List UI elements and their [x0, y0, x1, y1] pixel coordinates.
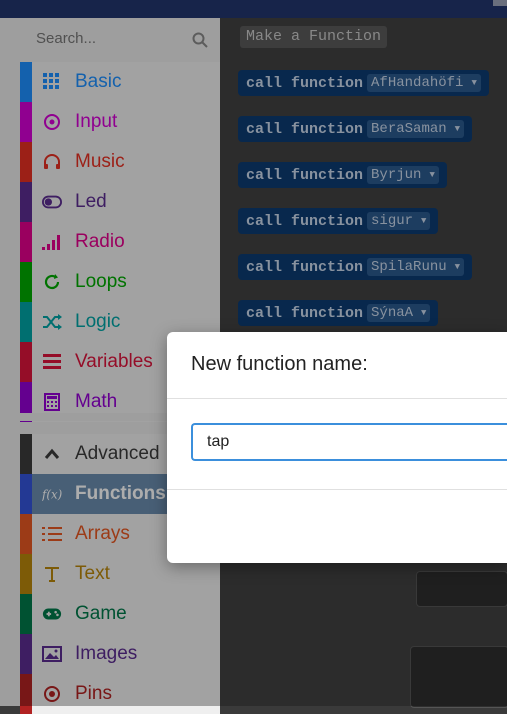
- dialog-footer: [167, 490, 507, 563]
- window-corner: [493, 0, 507, 6]
- dialog-header: New function name:: [167, 332, 507, 399]
- new-function-dialog: New function name:: [167, 332, 507, 563]
- top-bar: [0, 0, 507, 18]
- function-name-input[interactable]: [191, 423, 507, 461]
- dialog-body: [167, 399, 507, 490]
- dialog-title: New function name:: [191, 353, 368, 375]
